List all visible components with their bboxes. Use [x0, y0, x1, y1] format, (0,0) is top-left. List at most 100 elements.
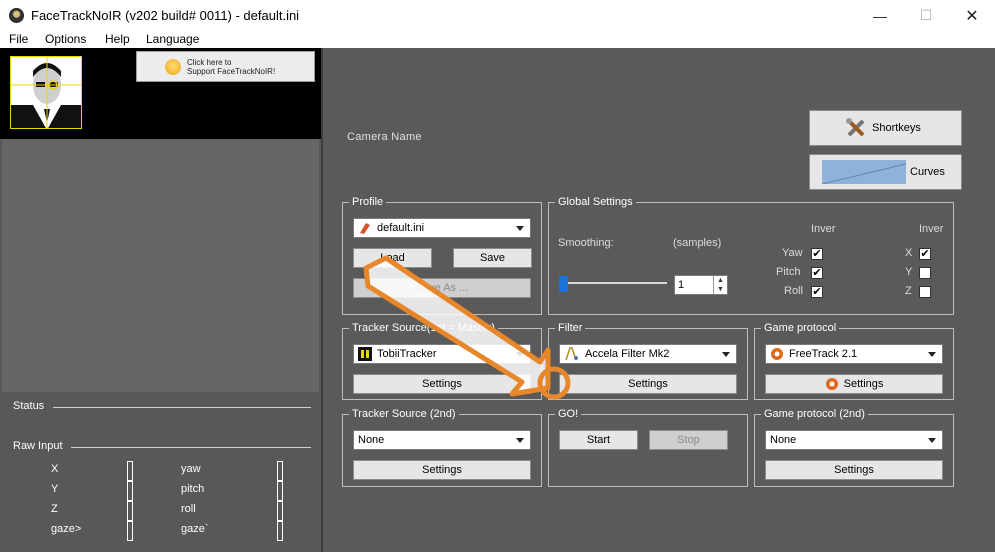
- samples-label: (samples): [673, 237, 722, 249]
- status-label: Status: [13, 400, 45, 412]
- tracker-source-2nd-select[interactable]: None: [353, 430, 531, 450]
- go-title: GO!: [555, 408, 582, 421]
- tracker-source-selected: TobiiTracker: [377, 348, 437, 360]
- roll-label: Roll: [784, 285, 803, 297]
- raw-gaze-y-label: gaze`: [181, 523, 209, 535]
- tracker-source-2nd-title: Tracker Source (2nd): [349, 408, 459, 421]
- invert-translation-header: Inver: [919, 223, 944, 235]
- profile-selected: default.ini: [377, 222, 425, 234]
- filter-select[interactable]: Accela Filter Mk2: [559, 344, 737, 364]
- support-button[interactable]: Click here to Support FaceTrackNoIR!: [136, 51, 315, 82]
- raw-roll-label: roll: [181, 503, 196, 515]
- profile-file-icon: [360, 223, 370, 234]
- tools-icon: [846, 118, 865, 137]
- tracker-source-2nd-selected: None: [358, 434, 385, 446]
- support-line-1: Click here to: [187, 57, 232, 67]
- filter-selected: Accela Filter Mk2: [585, 348, 670, 360]
- start-button[interactable]: Start: [559, 430, 638, 450]
- title-bar: FaceTrackNoIR (v202 build# 0011) - defau…: [0, 0, 995, 31]
- protocol-settings-button[interactable]: Settings: [765, 374, 943, 394]
- menu-options[interactable]: Options: [45, 32, 86, 46]
- save-as-button[interactable]: Save As ...: [353, 278, 531, 298]
- smoothing-value: 1: [678, 279, 685, 291]
- app-icon: [9, 8, 24, 23]
- load-button[interactable]: Load: [353, 248, 432, 268]
- raw-z-value: [127, 501, 133, 521]
- raw-yaw-label: yaw: [181, 463, 201, 475]
- invert-yaw-checkbox[interactable]: ✔: [811, 248, 823, 260]
- save-button[interactable]: Save: [453, 248, 532, 268]
- invert-x-checkbox[interactable]: ✔: [919, 248, 931, 260]
- chevron-down-icon: [516, 438, 524, 443]
- support-line-2: Support FaceTrackNoIR!: [187, 66, 276, 76]
- main-area: Click here to Support FaceTrackNoIR! Sta…: [0, 48, 995, 552]
- tracker-source-select[interactable]: TobiiTracker: [353, 344, 531, 364]
- spin-arrows-icon[interactable]: ▲ ▼: [713, 276, 727, 294]
- menu-bar: File Options Help Language: [0, 31, 995, 48]
- tracker-settings-button[interactable]: Settings: [353, 374, 531, 394]
- window-title: FaceTrackNoIR (v202 build# 0011) - defau…: [31, 8, 300, 23]
- raw-y-value: [127, 481, 133, 501]
- tracker-source-title: Tracker Source(1st = Master): [349, 322, 498, 335]
- menu-language[interactable]: Language: [146, 32, 199, 46]
- raw-roll-value: [277, 501, 283, 521]
- profile-group: Profile default.ini Load Save Save As ..…: [342, 196, 542, 315]
- tracker-source-group: Tracker Source(1st = Master) TobiiTracke…: [342, 322, 542, 400]
- curves-button[interactable]: Curves: [809, 154, 962, 190]
- smoothing-label: Smoothing:: [558, 237, 614, 249]
- game-protocol-2nd-select[interactable]: None: [765, 430, 943, 450]
- close-button[interactable]: ✕: [949, 0, 995, 31]
- filter-settings-button[interactable]: Settings: [559, 374, 737, 394]
- raw-pitch-label: pitch: [181, 483, 205, 495]
- profile-title: Profile: [349, 196, 387, 209]
- smoothing-spinbox[interactable]: 1 ▲ ▼: [674, 275, 728, 295]
- status-divider: [53, 407, 311, 408]
- smiley-icon: [165, 58, 181, 75]
- game-protocol-select[interactable]: FreeTrack 2.1: [765, 344, 943, 364]
- invert-z-checkbox[interactable]: [919, 286, 931, 298]
- smoothing-slider-handle[interactable]: [559, 276, 568, 292]
- profile-select[interactable]: default.ini: [353, 218, 531, 238]
- tracker-source-2nd-group: Tracker Source (2nd) None Settings: [342, 408, 542, 487]
- raw-gaze-x-value: [127, 521, 133, 541]
- tracker-2nd-settings-button[interactable]: Settings: [353, 460, 531, 480]
- pane-divider: [321, 48, 323, 552]
- invert-y-checkbox[interactable]: [919, 267, 931, 279]
- raw-yaw-value: [277, 461, 283, 481]
- protocol-settings-label: Settings: [843, 378, 884, 390]
- game-protocol-2nd-group: Game protocol (2nd) None Settings: [754, 408, 954, 487]
- left-pane: [0, 139, 321, 552]
- chevron-down-icon: [516, 352, 524, 357]
- filter-group: Filter Accela Filter Mk2 Settings: [548, 322, 748, 400]
- game-protocol-title: Game protocol: [761, 322, 840, 335]
- maximize-button[interactable]: ☐: [903, 0, 949, 31]
- stop-button[interactable]: Stop: [649, 430, 728, 450]
- menu-help[interactable]: Help: [105, 32, 130, 46]
- shortkeys-label: Shortkeys: [872, 122, 921, 134]
- chevron-down-icon: [928, 352, 936, 357]
- raw-pitch-value: [277, 481, 283, 501]
- curve-icon: [822, 160, 906, 184]
- invert-pitch-checkbox[interactable]: ✔: [811, 267, 823, 279]
- game-protocol-group: Game protocol FreeTrack 2.1 Settings: [754, 322, 954, 400]
- raw-x-label: X: [51, 463, 59, 475]
- global-settings-title: Global Settings: [555, 196, 636, 209]
- tobii-icon: [358, 347, 372, 361]
- video-area: [2, 139, 319, 392]
- invert-rotation-header: Inver: [811, 223, 836, 235]
- camera-name-label: Camera Name: [347, 131, 422, 143]
- smoothing-slider-track: [559, 282, 667, 284]
- yaw-label: Yaw: [782, 247, 803, 259]
- game-protocol-2nd-title: Game protocol (2nd): [761, 408, 868, 421]
- protocol-2nd-settings-button[interactable]: Settings: [765, 460, 943, 480]
- face-overlay-icon: [10, 56, 82, 129]
- shortkeys-button[interactable]: Shortkeys: [809, 110, 962, 146]
- y-axis-label: Y: [905, 266, 913, 278]
- menu-file[interactable]: File: [9, 32, 28, 46]
- raw-input-divider: [71, 447, 311, 448]
- raw-input-label: Raw Input: [13, 440, 63, 452]
- filter-title: Filter: [555, 322, 586, 335]
- freetrack-icon: [825, 378, 838, 390]
- invert-roll-checkbox[interactable]: ✔: [811, 286, 823, 298]
- minimize-button[interactable]: —: [857, 0, 903, 31]
